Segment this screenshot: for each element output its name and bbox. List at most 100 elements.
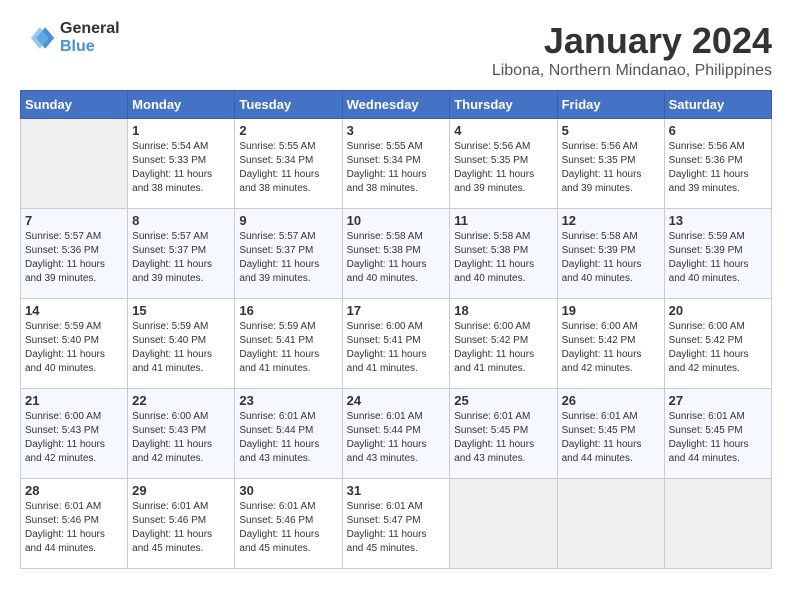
day-detail: Sunrise: 6:01 AMSunset: 5:45 PMDaylight:… <box>562 410 660 466</box>
day-number: 15 <box>132 303 230 318</box>
weekday-header-monday: Monday <box>128 91 235 119</box>
calendar-cell: 10 Sunrise: 5:58 AMSunset: 5:38 PMDayligh… <box>342 209 450 299</box>
calendar-cell: 23Sunrise: 6:01 AMSunset: 5:44 PMDayligh… <box>235 389 342 479</box>
calendar-week-row: 21 Sunrise: 6:00 AMSunset: 5:43 PMDayligh… <box>21 389 772 479</box>
weekday-header-wednesday: Wednesday <box>342 91 450 119</box>
day-number: 2 <box>239 123 337 138</box>
day-detail: Sunrise: 5:58 AMSunset: 5:38 PMDaylight:… <box>454 230 552 286</box>
day-detail: Sunrise: 6:00 AMSunset: 5:41 PMDaylight:… <box>347 320 446 376</box>
day-detail: Sunrise: 5:55 AMSunset: 5:34 PMDaylight:… <box>347 140 446 196</box>
calendar-cell: 22 Sunrise: 6:00 AMSunset: 5:43 PMDayligh… <box>128 389 235 479</box>
calendar-cell: 26 Sunrise: 6:01 AMSunset: 5:45 PMDayligh… <box>557 389 664 479</box>
calendar-cell: 24 Sunrise: 6:01 AMSunset: 5:44 PMDayligh… <box>342 389 450 479</box>
day-number: 17 <box>347 303 446 318</box>
day-detail: Sunrise: 5:59 AMSunset: 5:41 PMDaylight:… <box>239 320 337 376</box>
calendar-cell: 21 Sunrise: 6:00 AMSunset: 5:43 PMDayligh… <box>21 389 128 479</box>
day-number: 1 <box>132 123 230 138</box>
calendar-cell: 19 Sunrise: 6:00 AMSunset: 5:42 PMDayligh… <box>557 299 664 389</box>
day-detail: Sunrise: 5:56 AMSunset: 5:36 PMDaylight:… <box>669 140 767 196</box>
day-number: 5 <box>562 123 660 138</box>
day-number: 24 <box>347 393 446 408</box>
calendar-cell: 31Sunrise: 6:01 AMSunset: 5:47 PMDayligh… <box>342 479 450 569</box>
calendar-cell: 25Sunrise: 6:01 AMSunset: 5:45 PMDayligh… <box>450 389 557 479</box>
calendar-cell: 2Sunrise: 5:55 AMSunset: 5:34 PMDaylight… <box>235 119 342 209</box>
weekday-header-saturday: Saturday <box>664 91 771 119</box>
calendar-cell: 17 Sunrise: 6:00 AMSunset: 5:41 PMDayligh… <box>342 299 450 389</box>
day-number: 12 <box>562 213 660 228</box>
day-detail: Sunrise: 5:58 AMSunset: 5:38 PMDaylight:… <box>347 230 446 286</box>
calendar-cell: 29 Sunrise: 6:01 AMSunset: 5:46 PMDayligh… <box>128 479 235 569</box>
day-number: 27 <box>669 393 767 408</box>
calendar-cell: 27 Sunrise: 6:01 AMSunset: 5:45 PMDayligh… <box>664 389 771 479</box>
day-number: 16 <box>239 303 337 318</box>
calendar-cell: 13 Sunrise: 5:59 AMSunset: 5:39 PMDayligh… <box>664 209 771 299</box>
calendar-cell: 8Sunrise: 5:57 AMSunset: 5:37 PMDaylight… <box>128 209 235 299</box>
day-detail: Sunrise: 6:01 AMSunset: 5:46 PMDaylight:… <box>239 500 337 556</box>
calendar-cell: 12 Sunrise: 5:58 AMSunset: 5:39 PMDayligh… <box>557 209 664 299</box>
calendar-title: January 2024 <box>492 20 772 62</box>
calendar-cell: 3Sunrise: 5:55 AMSunset: 5:34 PMDaylight… <box>342 119 450 209</box>
day-detail: Sunrise: 5:59 AMSunset: 5:39 PMDaylight:… <box>669 230 767 286</box>
day-detail: Sunrise: 5:57 AMSunset: 5:37 PMDaylight:… <box>239 230 337 286</box>
day-detail: Sunrise: 6:01 AMSunset: 5:44 PMDaylight:… <box>239 410 337 466</box>
day-detail: Sunrise: 5:54 AMSunset: 5:33 PMDaylight:… <box>132 140 230 196</box>
day-detail: Sunrise: 6:00 AMSunset: 5:42 PMDaylight:… <box>454 320 552 376</box>
day-detail: Sunrise: 5:59 AMSunset: 5:40 PMDaylight:… <box>25 320 123 376</box>
calendar-cell: 9 Sunrise: 5:57 AMSunset: 5:37 PMDaylight… <box>235 209 342 299</box>
calendar-cell: 18 Sunrise: 6:00 AMSunset: 5:42 PMDayligh… <box>450 299 557 389</box>
day-detail: Sunrise: 6:01 AMSunset: 5:46 PMDaylight:… <box>132 500 230 556</box>
day-number: 20 <box>669 303 767 318</box>
calendar-cell: 30Sunrise: 6:01 AMSunset: 5:46 PMDayligh… <box>235 479 342 569</box>
page-header: General Blue January 2024 Libona, Northe… <box>20 20 772 80</box>
day-number: 14 <box>25 303 123 318</box>
calendar-cell: 20 Sunrise: 6:00 AMSunset: 5:42 PMDayligh… <box>664 299 771 389</box>
weekday-header-tuesday: Tuesday <box>235 91 342 119</box>
day-number: 18 <box>454 303 552 318</box>
weekday-header-thursday: Thursday <box>450 91 557 119</box>
weekday-header-row: SundayMondayTuesdayWednesdayThursdayFrid… <box>21 91 772 119</box>
calendar-cell: 1 Sunrise: 5:54 AMSunset: 5:33 PMDaylight… <box>128 119 235 209</box>
calendar-week-row: 28 Sunrise: 6:01 AMSunset: 5:46 PMDayligh… <box>21 479 772 569</box>
logo-text: General Blue <box>60 20 120 56</box>
weekday-header-sunday: Sunday <box>21 91 128 119</box>
day-number: 9 <box>239 213 337 228</box>
day-detail: Sunrise: 5:59 AMSunset: 5:40 PMDaylight:… <box>132 320 230 376</box>
day-detail: Sunrise: 6:00 AMSunset: 5:43 PMDaylight:… <box>25 410 123 466</box>
calendar-cell: 11 Sunrise: 5:58 AMSunset: 5:38 PMDayligh… <box>450 209 557 299</box>
day-number: 22 <box>132 393 230 408</box>
day-detail: Sunrise: 5:58 AMSunset: 5:39 PMDaylight:… <box>562 230 660 286</box>
calendar-week-row: 7 Sunrise: 5:57 AMSunset: 5:36 PMDaylight… <box>21 209 772 299</box>
calendar-cell <box>450 479 557 569</box>
day-number: 4 <box>454 123 552 138</box>
day-detail: Sunrise: 6:00 AMSunset: 5:43 PMDaylight:… <box>132 410 230 466</box>
day-number: 6 <box>669 123 767 138</box>
calendar-cell: 15 Sunrise: 5:59 AMSunset: 5:40 PMDayligh… <box>128 299 235 389</box>
day-detail: Sunrise: 6:00 AMSunset: 5:42 PMDaylight:… <box>562 320 660 376</box>
day-detail: Sunrise: 6:01 AMSunset: 5:46 PMDaylight:… <box>25 500 123 556</box>
day-detail: Sunrise: 6:00 AMSunset: 5:42 PMDaylight:… <box>669 320 767 376</box>
day-number: 26 <box>562 393 660 408</box>
day-number: 19 <box>562 303 660 318</box>
logo: General Blue <box>20 20 120 56</box>
day-number: 10 <box>347 213 446 228</box>
day-number: 11 <box>454 213 552 228</box>
calendar-cell <box>557 479 664 569</box>
day-number: 8 <box>132 213 230 228</box>
weekday-header-friday: Friday <box>557 91 664 119</box>
day-number: 29 <box>132 483 230 498</box>
day-number: 31 <box>347 483 446 498</box>
day-detail: Sunrise: 5:57 AMSunset: 5:36 PMDaylight:… <box>25 230 123 286</box>
calendar-cell: 5Sunrise: 5:56 AMSunset: 5:35 PMDaylight… <box>557 119 664 209</box>
calendar-cell: 16 Sunrise: 5:59 AMSunset: 5:41 PMDayligh… <box>235 299 342 389</box>
day-number: 21 <box>25 393 123 408</box>
day-detail: Sunrise: 6:01 AMSunset: 5:45 PMDaylight:… <box>454 410 552 466</box>
calendar-cell <box>664 479 771 569</box>
day-number: 28 <box>25 483 123 498</box>
day-detail: Sunrise: 6:01 AMSunset: 5:45 PMDaylight:… <box>669 410 767 466</box>
calendar-cell <box>21 119 128 209</box>
logo-icon <box>20 20 56 56</box>
day-number: 7 <box>25 213 123 228</box>
day-detail: Sunrise: 6:01 AMSunset: 5:44 PMDaylight:… <box>347 410 446 466</box>
calendar-cell: 7 Sunrise: 5:57 AMSunset: 5:36 PMDaylight… <box>21 209 128 299</box>
day-number: 13 <box>669 213 767 228</box>
